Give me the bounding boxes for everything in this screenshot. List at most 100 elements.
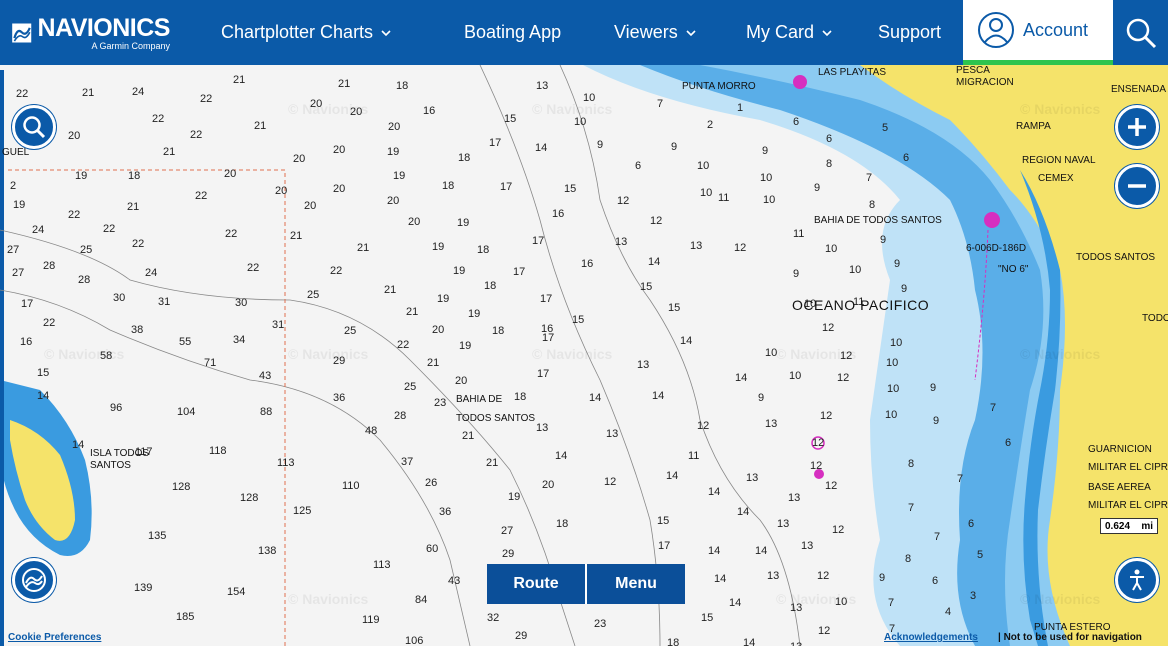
- depth-sounding: 15: [37, 367, 50, 379]
- nautical-chart-map[interactable]: 21 24 21 21 18 13 22 22 20 16 10 7 1 22 20 15 10 2 6 20 22 21…: [0, 65, 1168, 646]
- place-militar: MILITAR EL CIPR: [1088, 462, 1168, 473]
- depth-sounding: 20: [408, 216, 421, 228]
- depth-sounding: 21: [338, 78, 351, 90]
- logo-subtitle: A Garmin Company: [91, 40, 170, 51]
- watermark: © Navionics: [1020, 346, 1101, 362]
- depth-sounding: 6: [793, 116, 800, 128]
- depth-sounding: 6: [635, 160, 642, 172]
- depth-sounding: 21: [254, 120, 267, 132]
- nav-chartplotter-charts[interactable]: Chartplotter Charts: [221, 0, 391, 65]
- depth-sounding: 19: [387, 146, 400, 158]
- nav-item-label: Boating App: [464, 22, 562, 42]
- depth-sounding: 84: [415, 594, 428, 606]
- zoom-out-button[interactable]: [1115, 164, 1159, 208]
- depth-sounding: 21: [290, 230, 303, 242]
- depth-sounding: 13: [536, 422, 549, 434]
- depth-sounding: 2: [707, 119, 714, 131]
- depth-sounding: 20: [224, 168, 237, 180]
- depth-sounding: 16: [20, 336, 33, 348]
- depth-sounding: 22: [225, 228, 238, 240]
- depth-sounding: 22: [200, 93, 213, 105]
- place-todo: TODO: [1142, 313, 1168, 324]
- depth-sounding: 20: [542, 479, 555, 491]
- depth-sounding: 17: [500, 181, 513, 193]
- depth-sounding: 128: [240, 492, 259, 504]
- depth-sounding: 10: [574, 116, 587, 128]
- search-button[interactable]: [1113, 0, 1168, 65]
- map-search-button[interactable]: [12, 105, 56, 149]
- depth-sounding: 9: [880, 234, 887, 246]
- depth-sounding: 19: [459, 340, 472, 352]
- depth-sounding: 14: [735, 372, 748, 384]
- cookie-preferences-link[interactable]: Cookie Preferences: [8, 632, 101, 643]
- place-santos: SANTOS: [90, 460, 131, 471]
- place-todos-santos-bay: TODOS SANTOS: [456, 413, 536, 424]
- depth-sounding: 10: [890, 337, 903, 349]
- nav-support[interactable]: Support: [878, 0, 941, 65]
- depth-sounding: 21: [486, 457, 499, 469]
- depth-sounding: 8: [869, 199, 876, 211]
- zoom-in-button[interactable]: [1115, 105, 1159, 149]
- watermark: © Navionics: [776, 591, 857, 607]
- depth-sounding: 22: [103, 223, 116, 235]
- depth-sounding: 21: [127, 201, 140, 213]
- menu-button[interactable]: Menu: [585, 564, 685, 604]
- chevron-down-icon: [822, 29, 832, 36]
- depth-sounding: 14: [589, 392, 602, 404]
- nav-boating-app[interactable]: Boating App: [464, 0, 561, 65]
- depth-sounding: 13: [690, 240, 703, 252]
- place-isla-todos: ISLA TODOS: [90, 448, 150, 459]
- depth-sounding: 20: [293, 153, 306, 165]
- depth-sounding: 13: [637, 359, 650, 371]
- depth-sounding: 71: [204, 357, 217, 369]
- depth-sounding: 17: [532, 235, 545, 247]
- depth-sounding: 113: [277, 457, 295, 469]
- depth-sounding: 9: [758, 392, 765, 404]
- depth-sounding: 7: [908, 502, 915, 514]
- navionics-logo[interactable]: NAVIONICS A Garmin Company: [10, 14, 170, 52]
- navigation-disclaimer: | Not to be used for navigation: [998, 632, 1142, 643]
- depth-sounding: 10: [825, 243, 838, 255]
- minus-icon: [1128, 184, 1146, 188]
- depth-sounding: 17: [489, 137, 502, 149]
- depth-sounding: 12: [822, 322, 835, 334]
- depth-sounding: 16: [552, 208, 565, 220]
- depth-sounding: 6: [903, 152, 910, 164]
- logo-wordmark: NAVIONICS: [37, 13, 170, 42]
- accessibility-button[interactable]: [1115, 558, 1159, 602]
- depth-sounding: 11: [688, 450, 700, 462]
- nav-item-label: Viewers: [614, 22, 678, 42]
- depth-sounding: 55: [179, 336, 192, 348]
- depth-sounding: 12: [825, 480, 838, 492]
- depth-sounding: 14: [714, 573, 727, 585]
- depth-sounding: 6: [932, 575, 939, 587]
- account-button[interactable]: Account: [963, 0, 1113, 65]
- depth-sounding: 88: [260, 406, 273, 418]
- depth-sounding: 13: [790, 641, 802, 646]
- depth-sounding: 14: [708, 545, 721, 557]
- route-button[interactable]: Route: [487, 564, 585, 604]
- nav-viewers[interactable]: Viewers: [614, 0, 696, 65]
- depth-sounding: 11: [718, 192, 730, 204]
- depth-sounding: 8: [826, 158, 833, 170]
- depth-sounding: 104: [177, 406, 196, 418]
- depth-sounding: 17: [513, 266, 526, 278]
- search-icon: [23, 116, 46, 139]
- chevron-down-icon: [381, 29, 391, 36]
- watermark: © Navionics: [1020, 591, 1101, 607]
- depth-sounding: 16: [423, 105, 436, 117]
- nav-my-card[interactable]: My Card: [746, 0, 832, 65]
- depth-sounding: 14: [535, 142, 548, 154]
- chart-layers-button[interactable]: [12, 558, 56, 602]
- place-region-naval: REGION NAVAL: [1022, 155, 1096, 166]
- depth-sounding: 21: [163, 146, 176, 158]
- depth-sounding: 14: [652, 390, 665, 402]
- depth-sounding: 24: [145, 267, 158, 279]
- depth-sounding: 138: [258, 545, 277, 557]
- depth-sounding: 37: [401, 456, 414, 468]
- search-icon: [1126, 18, 1156, 48]
- depth-sounding: 10: [763, 194, 776, 206]
- depth-sounding: 13: [788, 492, 801, 504]
- acknowledgements-link[interactable]: Acknowledgements: [884, 632, 978, 643]
- depth-sounding: 10: [760, 172, 773, 184]
